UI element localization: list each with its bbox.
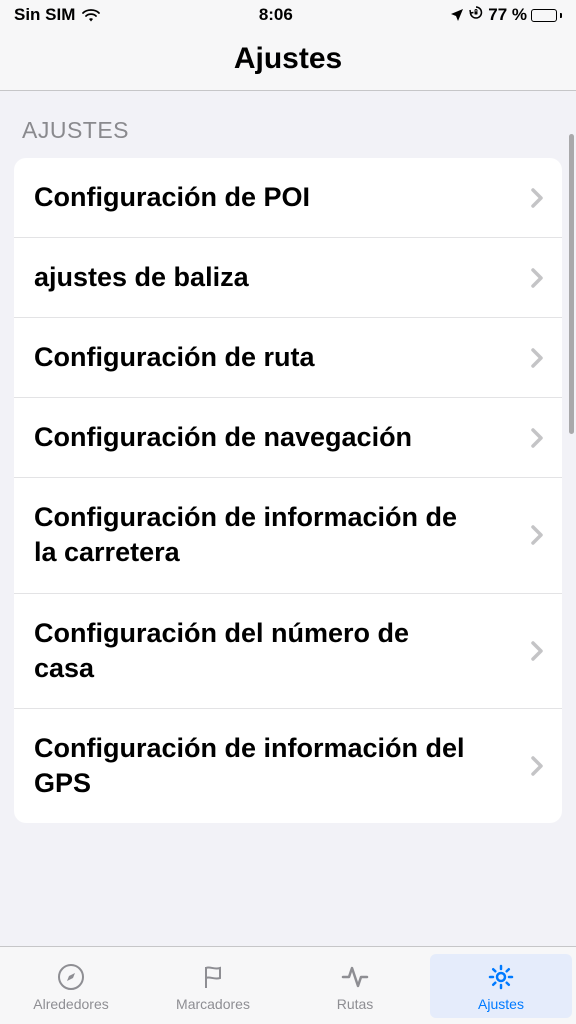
- tab-label: Ajustes: [478, 996, 524, 1012]
- battery-percent: 77 %: [488, 5, 527, 25]
- tab-label: Rutas: [337, 996, 374, 1012]
- tab-alrededores[interactable]: Alrededores: [0, 954, 142, 1018]
- status-left: Sin SIM: [14, 5, 101, 25]
- flag-icon: [197, 960, 229, 994]
- activity-icon: [339, 960, 371, 994]
- list-item-label: Configuración de POI: [34, 180, 310, 215]
- list-item-carretera[interactable]: Configuración de información de la carre…: [14, 478, 562, 593]
- chevron-right-icon: [530, 524, 544, 546]
- section-header: AJUSTES: [14, 117, 562, 144]
- list-item-label: ajustes de baliza: [34, 260, 249, 295]
- list-item-label: Configuración de navegación: [34, 420, 412, 455]
- settings-list: Configuración de POI ajustes de baliza C…: [14, 158, 562, 823]
- status-right: 77 %: [450, 5, 562, 26]
- list-item-navegacion[interactable]: Configuración de navegación: [14, 398, 562, 478]
- gear-icon: [485, 960, 517, 994]
- status-time: 8:06: [259, 5, 293, 25]
- list-item-poi[interactable]: Configuración de POI: [14, 158, 562, 238]
- chevron-right-icon: [530, 347, 544, 369]
- compass-icon: [55, 960, 87, 994]
- tab-marcadores[interactable]: Marcadores: [142, 954, 284, 1018]
- list-item-label: Configuración del número de casa: [34, 616, 474, 686]
- battery-icon: [531, 9, 562, 22]
- tab-label: Marcadores: [176, 996, 250, 1012]
- page-title: Ajustes: [0, 42, 576, 76]
- chevron-right-icon: [530, 267, 544, 289]
- scroll-indicator[interactable]: [569, 134, 574, 434]
- chevron-right-icon: [530, 755, 544, 777]
- list-item-label: Configuración de ruta: [34, 340, 315, 375]
- tab-rutas[interactable]: Rutas: [284, 954, 426, 1018]
- chevron-right-icon: [530, 427, 544, 449]
- list-item-ruta[interactable]: Configuración de ruta: [14, 318, 562, 398]
- orientation-lock-icon: [468, 5, 484, 26]
- content-area: AJUSTES Configuración de POI ajustes de …: [0, 91, 576, 946]
- wifi-icon: [81, 8, 101, 23]
- status-bar: Sin SIM 8:06 77 %: [0, 0, 576, 30]
- list-item-gps[interactable]: Configuración de información del GPS: [14, 709, 562, 823]
- list-item-casa[interactable]: Configuración del número de casa: [14, 594, 562, 709]
- tab-bar: Alrededores Marcadores Rutas Ajustes: [0, 946, 576, 1024]
- location-icon: [450, 8, 464, 22]
- list-item-label: Configuración de información de la carre…: [34, 500, 474, 570]
- tab-label: Alrededores: [33, 996, 109, 1012]
- list-item-baliza[interactable]: ajustes de baliza: [14, 238, 562, 318]
- header: Ajustes: [0, 30, 576, 91]
- tab-ajustes[interactable]: Ajustes: [430, 954, 572, 1018]
- sim-status: Sin SIM: [14, 5, 75, 25]
- chevron-right-icon: [530, 187, 544, 209]
- chevron-right-icon: [530, 640, 544, 662]
- list-item-label: Configuración de información del GPS: [34, 731, 474, 801]
